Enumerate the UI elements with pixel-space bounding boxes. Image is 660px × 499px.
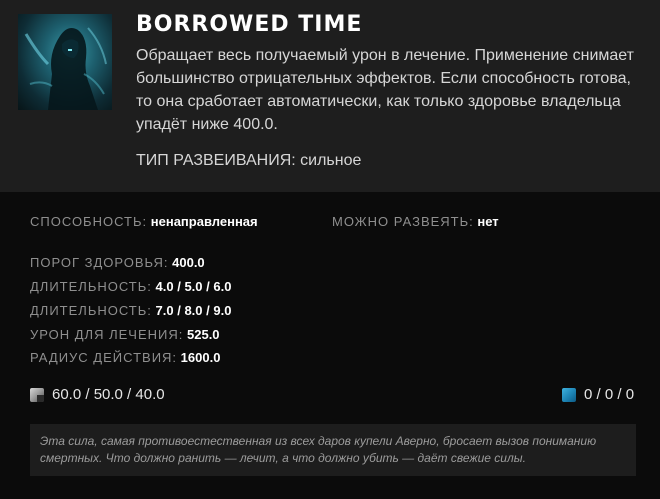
- tooltip-header: BORROWED TIME Обращает весь получаемый у…: [0, 0, 660, 192]
- dispellable-value: нет: [477, 214, 499, 229]
- ability-title: BORROWED TIME: [136, 12, 363, 37]
- ability-tooltip: BORROWED TIME Обращает весь получаемый у…: [0, 0, 660, 499]
- mana-value: 0 / 0 / 0: [584, 386, 635, 403]
- stat-row: ДЛИТЕЛЬНОСТЬ: 4.0 / 5.0 / 6.0: [30, 279, 231, 294]
- stat-row: ПОРОГ ЗДОРОВЬЯ: 400.0: [30, 255, 205, 270]
- stat-label: УРОН ДЛЯ ЛЕЧЕНИЯ:: [30, 327, 184, 342]
- ability-description: Обращает весь получаемый урон в лечение.…: [136, 47, 634, 133]
- ability-type-label: СПОСОБНОСТЬ:: [30, 214, 148, 229]
- cooldown-icon: [30, 387, 44, 402]
- stat-label: ПОРОГ ЗДОРОВЬЯ:: [30, 255, 169, 270]
- stat-label: РАДИУС ДЕЙСТВИЯ:: [30, 350, 178, 365]
- stat-label: ДЛИТЕЛЬНОСТЬ:: [30, 303, 152, 318]
- mana-cost: 0 / 0 / 0: [562, 386, 634, 403]
- ability-type-value: ненаправленная: [150, 214, 258, 229]
- stat-label: ДЛИТЕЛЬНОСТЬ:: [30, 279, 152, 294]
- cooldown-cost: 60.0 / 50.0 / 40.0: [30, 386, 165, 403]
- stat-row: ДЛИТЕЛЬНОСТЬ: 7.0 / 8.0 / 9.0: [30, 303, 231, 318]
- mana-icon: [562, 387, 576, 402]
- stat-row: УРОН ДЛЯ ЛЕЧЕНИЯ: 525.0: [30, 327, 220, 342]
- stat-value: 4.0 / 5.0 / 6.0: [155, 279, 232, 294]
- ability-type-row: СПОСОБНОСТЬ: ненаправленная: [30, 214, 258, 229]
- abaddon-borrowed-time-icon: [18, 14, 112, 110]
- stat-row: РАДИУС ДЕЙСТВИЯ: 1600.0: [30, 350, 220, 365]
- dispellable-label: МОЖНО РАЗВЕЯТЬ:: [332, 214, 474, 229]
- stat-value: 7.0 / 8.0 / 9.0: [155, 303, 232, 318]
- dispel-type: ТИП РАЗВЕИВАНИЯ: сильное: [136, 152, 362, 169]
- stat-value: 1600.0: [180, 350, 221, 365]
- dispellable-row: МОЖНО РАЗВЕЯТЬ: нет: [332, 214, 499, 229]
- cooldown-value: 60.0 / 50.0 / 40.0: [52, 386, 165, 403]
- stat-value: 525.0: [187, 327, 220, 342]
- lore-text: Эта сила, самая противоестественная из в…: [30, 424, 636, 476]
- stat-value: 400.0: [172, 255, 205, 270]
